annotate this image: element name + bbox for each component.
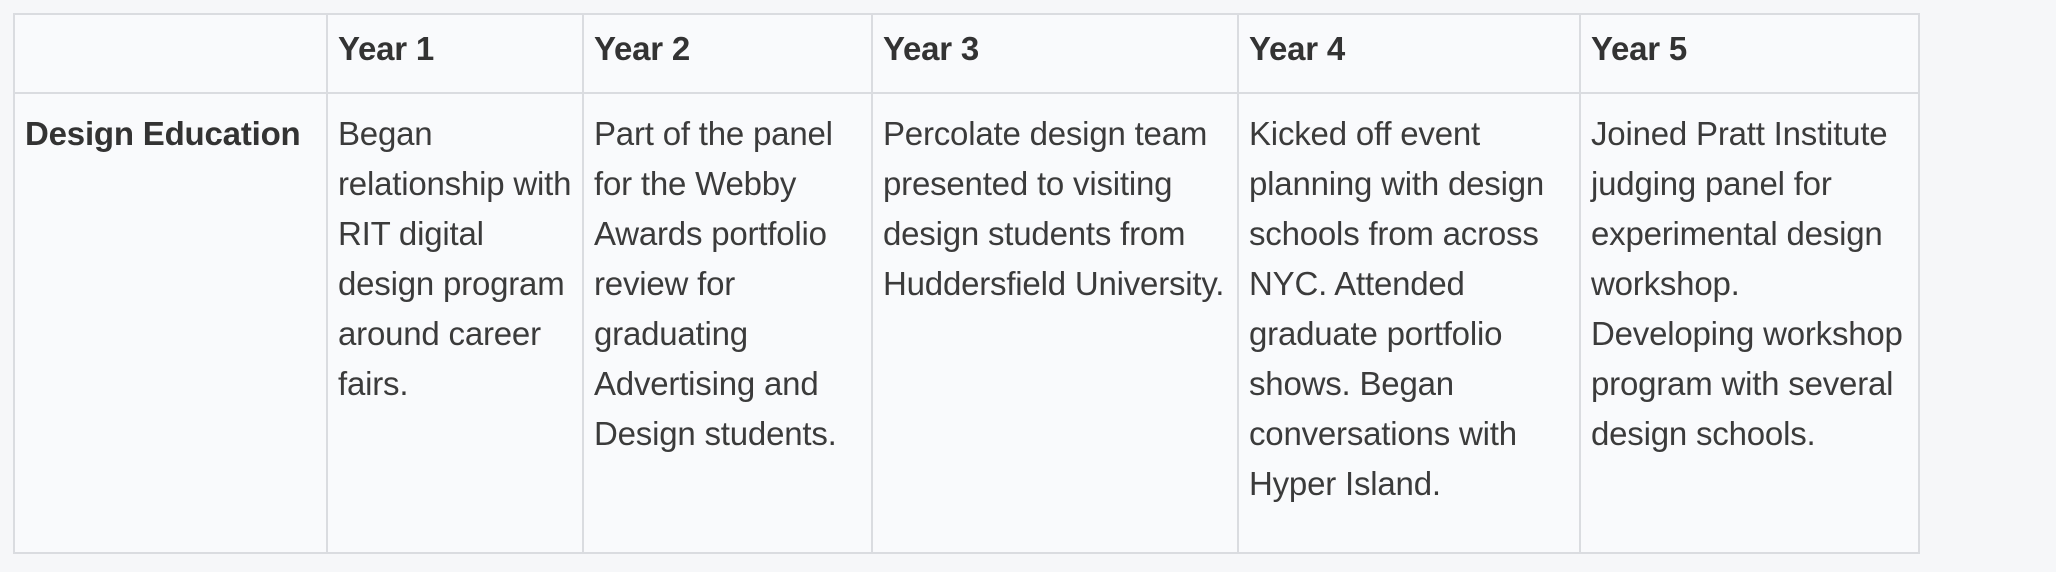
table-row: Design Education Began relationship with… xyxy=(13,92,1920,554)
header-year-1: Year 1 xyxy=(326,13,584,94)
cell-year-5: Joined Pratt Institute judging panel for… xyxy=(1579,92,1920,554)
header-corner-cell xyxy=(13,13,328,94)
header-year-5: Year 5 xyxy=(1579,13,1920,94)
cell-year-1: Began relationship with RIT digital desi… xyxy=(326,92,584,554)
header-row: Year 1 Year 2 Year 3 Year 4 Year 5 xyxy=(13,13,1920,94)
cell-year-3: Percolate design team presented to visit… xyxy=(871,92,1239,554)
cell-year-4: Kicked off event planning with design sc… xyxy=(1237,92,1581,554)
header-year-3: Year 3 xyxy=(871,13,1239,94)
cell-year-2: Part of the panel for the Webby Awards p… xyxy=(582,92,873,554)
timeline-table-container: Year 1 Year 2 Year 3 Year 4 Year 5 Desig… xyxy=(13,13,1920,554)
header-year-2: Year 2 xyxy=(582,13,873,94)
row-label-design-education: Design Education xyxy=(13,92,328,554)
header-year-4: Year 4 xyxy=(1237,13,1581,94)
design-education-timeline-table: Year 1 Year 2 Year 3 Year 4 Year 5 Desig… xyxy=(13,13,1920,554)
